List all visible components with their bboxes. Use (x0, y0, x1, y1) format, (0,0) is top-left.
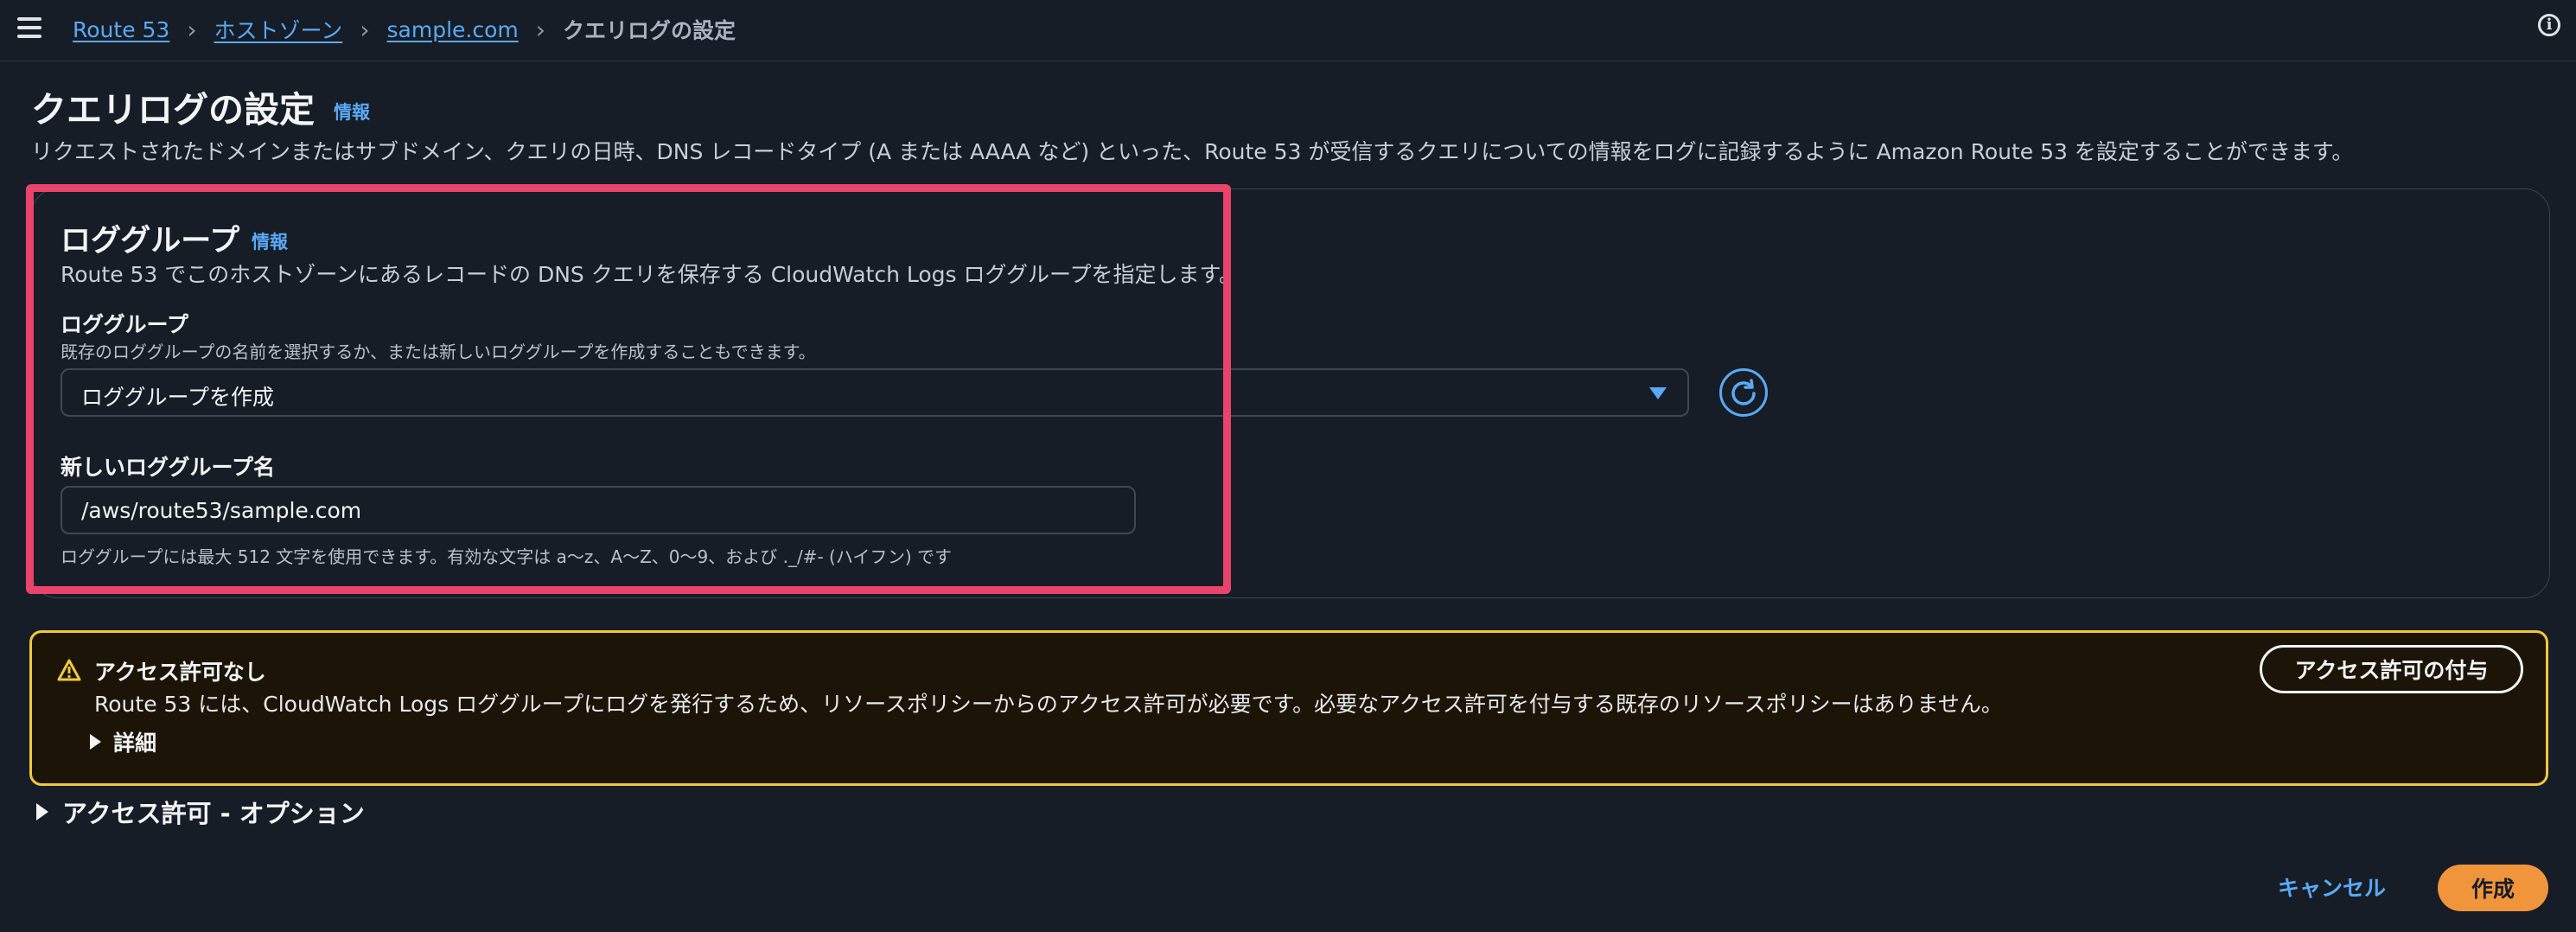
log-group-select-value: ロググループを作成 (81, 385, 275, 410)
info-icon[interactable]: i (2538, 14, 2560, 36)
warning-icon (57, 659, 81, 681)
breadcrumb: Route 53 › ホストゾーン › sample.com › クエリログの設… (73, 12, 736, 47)
breadcrumb-sample-com[interactable]: sample.com (387, 17, 519, 42)
alert-body: Route 53 には、CloudWatch Logs ロググループにログを発行… (94, 692, 2003, 717)
alert-title: アクセス許可なし (94, 660, 266, 685)
menu-icon[interactable] (17, 17, 41, 38)
caret-right-icon (36, 803, 48, 820)
new-log-group-name-input[interactable] (61, 486, 1136, 534)
refresh-button[interactable] (1719, 368, 1768, 417)
permissions-optional-label: アクセス許可 - オプション (62, 799, 365, 828)
cancel-button[interactable]: キャンセル (2265, 865, 2399, 910)
grant-permission-button[interactable]: アクセス許可の付与 (2260, 645, 2523, 693)
breadcrumb-route53[interactable]: Route 53 (73, 17, 169, 42)
chevron-right-icon: › (187, 15, 197, 44)
permissions-optional-toggle[interactable]: アクセス許可 - オプション (36, 794, 365, 830)
log-group-select-label: ロググループ (61, 312, 189, 337)
refresh-icon (1731, 379, 1756, 405)
caret-down-icon (1649, 387, 1667, 399)
breadcrumb-hosted-zones[interactable]: ホストゾーン (214, 14, 343, 45)
caret-right-icon (90, 734, 101, 750)
chevron-right-icon: › (535, 15, 545, 44)
details-toggle[interactable]: 詳細 (90, 726, 156, 757)
log-group-select-hint: 既存のロググループの名前を選択するか、または新しいロググループを作成することもで… (61, 342, 816, 362)
new-log-group-name-label: 新しいロググループ名 (61, 455, 276, 480)
breadcrumb-current: クエリログの設定 (562, 18, 736, 43)
page-description: リクエストされたドメインまたはサブドメイン、クエリの日時、DNS レコードタイプ… (31, 139, 2354, 164)
details-label: 詳細 (113, 731, 157, 756)
log-group-info-link[interactable]: 情報 (252, 228, 288, 254)
top-bar: Route 53 › ホストゾーン › sample.com › クエリログの設… (0, 0, 2576, 61)
new-log-group-name-hint: ロググループには最大 512 文字を使用できます。有効な文字は a～z、A～Z、… (61, 546, 952, 567)
create-button[interactable]: 作成 (2438, 865, 2548, 911)
page-info-link[interactable]: 情報 (334, 99, 370, 124)
log-group-section-description: Route 53 でこのホストゾーンにあるレコードの DNS クエリを保存する … (61, 262, 1241, 287)
page-title: クエリログの設定 (31, 89, 315, 131)
log-group-select[interactable]: ロググループを作成 (61, 368, 1689, 417)
chevron-right-icon: › (360, 15, 370, 44)
log-group-section-title: ロググループ (61, 224, 240, 259)
